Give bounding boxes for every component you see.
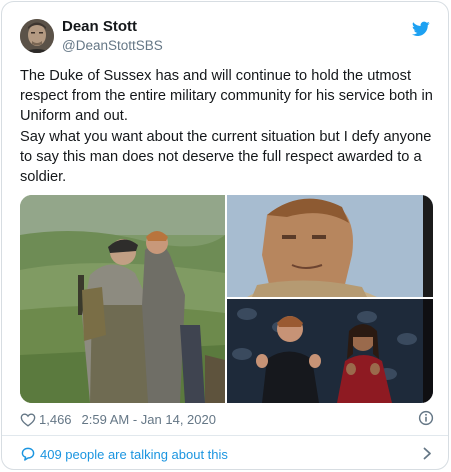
tweet-card[interactable]: Dean Stott @DeanStottSBS The Duke of Sus… [1,1,449,470]
photo-portrait-desert[interactable] [227,195,433,297]
talking-about-link[interactable]: 409 people are talking about this [20,444,434,464]
like-count[interactable]: 1,466 [39,412,72,427]
photo-couple-event-icon [227,299,433,403]
tweet-paragraph: Say what you want about the current situ… [20,128,432,186]
author-name[interactable]: Dean Stott [62,18,137,35]
photo-soldiers-field[interactable] [20,195,225,403]
info-icon[interactable] [418,410,434,426]
media-grid[interactable] [20,195,433,403]
photo-couple-event[interactable] [227,299,433,403]
avatar[interactable] [20,19,54,53]
photo-portrait-desert-icon [227,195,433,297]
twitter-bird-icon[interactable] [412,21,430,37]
tweet-meta: 1,466 2:59 AM - Jan 14, 2020 [20,410,434,428]
avatar-photo-icon [20,19,54,53]
chevron-right-icon[interactable] [423,447,432,460]
author-handle[interactable]: @DeanStottSBS [62,38,163,53]
timestamp[interactable]: 2:59 AM - Jan 14, 2020 [82,412,216,427]
talking-label[interactable]: 409 people are talking about this [40,447,228,462]
tweet-text: The Duke of Sussex has and will continue… [20,66,434,187]
divider [2,435,448,436]
photo-soldiers-field-icon [20,195,225,403]
tweet-paragraph: The Duke of Sussex has and will continue… [20,68,433,125]
heart-icon[interactable] [20,412,36,427]
speech-bubble-icon [21,447,35,461]
